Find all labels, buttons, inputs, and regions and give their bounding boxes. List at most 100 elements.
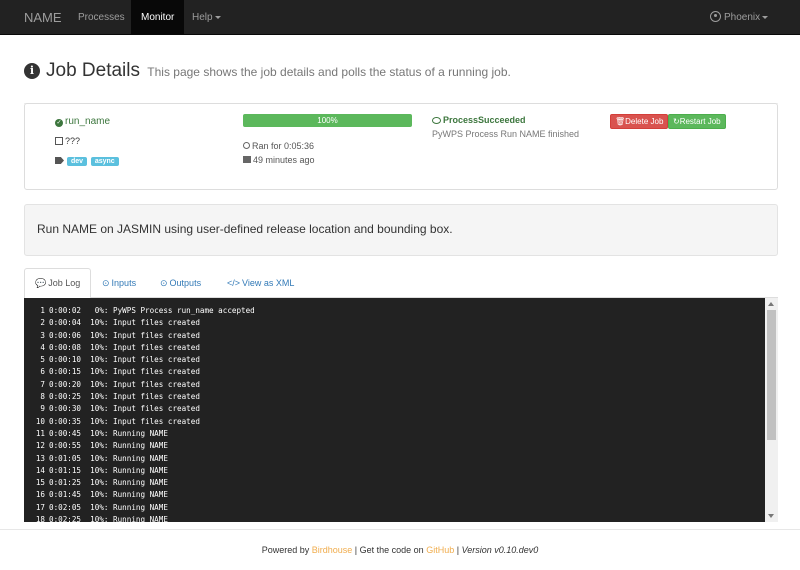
brand-link[interactable]: NAME (24, 0, 62, 35)
log-line: 8 0:00:25 10%: Input files created (24, 391, 765, 403)
log-line: 3 0:00:06 10%: Input files created (24, 330, 765, 342)
log-line-message: 10%: Running NAME (90, 502, 168, 512)
log-line-time: 0:01:45 (49, 490, 82, 500)
page-subtitle: This page shows the job details and poll… (147, 65, 511, 79)
log-line: 11 0:00:45 10%: Running NAME (24, 428, 765, 440)
tab-view-xml[interactable]: </> View as XML (217, 268, 304, 298)
footer-sep: | Get the code on (354, 545, 424, 555)
log-line-message: 10%: Running NAME (90, 465, 168, 475)
comment-icon (432, 117, 441, 124)
calendar-icon (243, 156, 251, 163)
nav-help-label: Help (192, 12, 213, 23)
scroll-up-icon[interactable] (768, 302, 774, 306)
user-name: Phoenix (724, 12, 761, 23)
caret-down-icon (214, 15, 221, 19)
scroll-down-icon[interactable] (768, 514, 774, 518)
log-line-number: 18 (35, 515, 45, 522)
arrow-circle-icon: ⊙ (102, 278, 110, 288)
tag-label[interactable]: dev (67, 157, 88, 166)
job-tags: dev async (55, 155, 120, 166)
detail-tabs: 💬 Job Log ⊙ Inputs ⊙ Outputs </> View as XML (24, 268, 778, 299)
log-line-number: 10 (35, 416, 45, 426)
user-circle-icon (710, 11, 721, 22)
progress-bar: 100% (243, 114, 412, 127)
footer-powered: Powered by (261, 545, 310, 555)
birdhouse-link[interactable]: Birdhouse (312, 545, 353, 555)
caret-down-icon (762, 15, 769, 19)
tab-inputs-label: Inputs (111, 278, 137, 288)
user-menu[interactable]: Phoenix (700, 0, 778, 35)
log-line: 16 0:01:45 10%: Running NAME (24, 489, 765, 501)
log-line: 2 0:00:04 10%: Input files created (24, 317, 765, 329)
log-line-message: 10%: Input files created (90, 379, 200, 389)
log-line-time: 0:00:20 (49, 379, 82, 389)
tab-job-log-label: Job Log (48, 278, 81, 288)
log-line-time: 0:02:25 (49, 515, 82, 522)
log-line-message: 10%: Running NAME (90, 441, 168, 451)
job-created: 49 minutes ago (243, 155, 315, 165)
log-line-time: 0:00:04 (49, 318, 82, 328)
log-line-message: 10%: Input files created (90, 367, 200, 377)
tab-inputs[interactable]: ⊙ Inputs (92, 268, 146, 298)
log-line-message: 10%: Running NAME (90, 490, 168, 500)
tags-icon (55, 157, 64, 164)
log-line-number: 16 (35, 490, 45, 500)
tab-outputs[interactable]: ⊙ Outputs (150, 268, 211, 298)
info-circle-icon: i (24, 63, 40, 79)
log-line: 10 0:00:35 10%: Input files created (24, 416, 765, 428)
log-line: 6 0:00:15 10%: Input files created (24, 366, 765, 378)
log-line-number: 3 (40, 330, 45, 340)
refresh-icon: ↻ (673, 117, 680, 126)
log-line: 12 0:00:55 10%: Running NAME (24, 440, 765, 452)
log-line-number: 17 (35, 502, 45, 512)
file-icon (55, 137, 63, 145)
tab-outputs-label: Outputs (169, 278, 202, 288)
log-line-time: 0:00:06 (49, 330, 82, 340)
log-line: 9 0:00:30 10%: Input files created (24, 403, 765, 415)
log-line: 13 0:01:05 10%: Running NAME (24, 453, 765, 465)
job-abstract-text: ??? (65, 136, 81, 146)
log-line-message: 10%: Input files created (90, 404, 200, 414)
log-line-number: 5 (40, 355, 45, 365)
log-line-time: 0:00:30 (49, 404, 82, 414)
log-line-number: 1 (40, 306, 45, 315)
log-line-time: 0:02:05 (49, 502, 82, 512)
job-abstract: ??? (55, 136, 80, 146)
log-line: 14 0:01:15 10%: Running NAME (24, 465, 765, 477)
log-line-time: 0:01:05 (49, 453, 82, 463)
log-line-time: 0:00:10 (49, 355, 82, 365)
log-line-time: 0:00:02 (49, 306, 82, 315)
log-line: 5 0:00:10 10%: Input files created (24, 354, 765, 366)
job-progress: 100% (243, 114, 412, 127)
github-link[interactable]: GitHub (426, 545, 454, 555)
nav-monitor[interactable]: Monitor (131, 0, 185, 35)
tab-job-log[interactable]: 💬 Job Log (24, 268, 92, 299)
job-created-text: 49 minutes ago (253, 155, 315, 165)
tab-view-xml-label: View as XML (242, 278, 295, 288)
footer: Powered by Birdhouse | Get the code on G… (0, 529, 800, 568)
job-duration-text: Ran for 0:05:36 (252, 141, 315, 151)
log-line-number: 13 (35, 453, 45, 463)
log-line-time: 0:01:15 (49, 465, 82, 475)
log-line-message: 10%: Input files created (90, 318, 200, 328)
page-title: Job Details This page shows the job deta… (46, 60, 511, 82)
tag-label[interactable]: async (90, 157, 119, 166)
log-line: 7 0:00:20 10%: Input files created (24, 379, 765, 391)
restart-job-button[interactable]: ↻Restart Job (668, 114, 726, 129)
log-line-message: 10%: Running NAME (90, 478, 168, 488)
nav-processes[interactable]: Processes (68, 0, 135, 35)
page-title-text: Job Details (46, 60, 140, 81)
log-scrollbar[interactable] (765, 298, 778, 522)
log-line-number: 8 (40, 392, 45, 402)
log-line-time: 0:00:35 (49, 416, 82, 426)
nav-help[interactable]: Help (182, 0, 231, 35)
scroll-thumb[interactable] (767, 310, 776, 440)
log-line-message: 10%: Input files created (90, 355, 200, 365)
trash-icon: 🗑 (615, 117, 626, 126)
log-line-message: 10%: Input files created (90, 392, 200, 402)
log-line-number: 7 (40, 379, 45, 389)
job-log-console[interactable]: 1 0:00:02 0%: PyWPS Process run_name acce… (24, 298, 778, 522)
delete-job-button[interactable]: 🗑Delete Job (610, 114, 669, 129)
log-line-number: 14 (35, 465, 45, 475)
log-line-message: 0%: PyWPS Process run_name accepted (90, 306, 255, 315)
